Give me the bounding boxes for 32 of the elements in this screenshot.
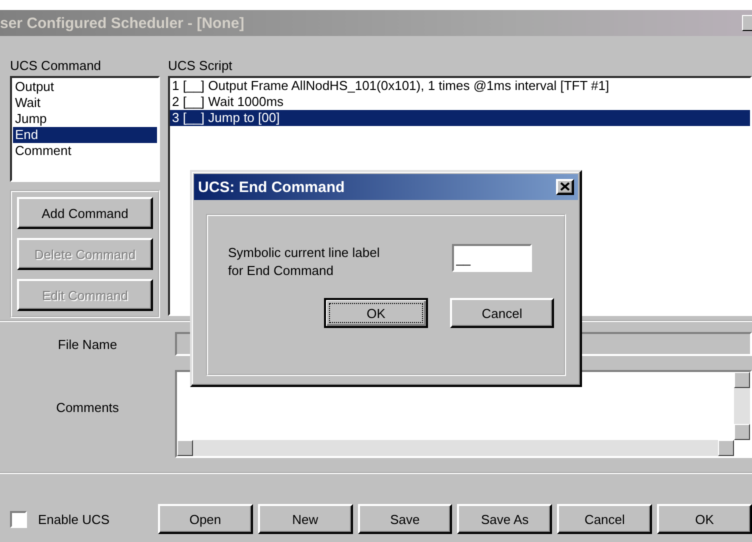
command-list-item[interactable]: Comment <box>13 143 157 159</box>
footer-button[interactable]: Save <box>358 504 452 534</box>
script-list-label: UCS Script <box>168 58 234 75</box>
label-input-field[interactable]: __ <box>452 244 532 272</box>
footer-button[interactable]: OK <box>657 504 752 534</box>
window-title: ser Configured Scheduler - [None] <box>0 14 244 32</box>
command-list-item[interactable]: Jump <box>13 111 157 127</box>
script-line[interactable]: 1 [__] Output Frame AllNodHS_101(0x101), 1 times @1ms interval [TFT #1] <box>170 78 750 94</box>
file-name-label: File Name <box>56 336 118 352</box>
scroll-up-button[interactable] <box>734 372 750 388</box>
close-icon <box>560 182 570 191</box>
close-button[interactable] <box>556 179 574 195</box>
enable-label: Enable UCS <box>38 512 111 526</box>
command-list-item[interactable]: Output <box>13 79 157 95</box>
command-list-label: UCS Command <box>10 58 102 75</box>
dialog-button[interactable]: OK <box>324 298 428 328</box>
prompt-text: Symbolic current line label for End Command <box>228 244 380 280</box>
footer-button[interactable]: Save As <box>457 504 552 534</box>
scroll-down-button[interactable] <box>734 424 750 440</box>
footer-button[interactable]: Open <box>158 504 253 534</box>
enable-checkbox[interactable] <box>10 510 27 528</box>
comments-label: Comments <box>55 400 120 414</box>
command-list-item[interactable]: Wait <box>13 95 157 111</box>
scroll-left-button[interactable] <box>177 440 193 456</box>
dialog-title: UCS: End Command <box>198 178 345 196</box>
command-button[interactable]: Add Command <box>17 197 153 229</box>
dialog-button[interactable]: Cancel <box>450 298 554 328</box>
script-line[interactable]: 2 [__] Wait 1000ms <box>170 94 750 110</box>
footer-button[interactable]: New <box>258 504 353 534</box>
scroll-right-button[interactable] <box>718 440 734 456</box>
command-list-item[interactable]: End <box>13 127 157 143</box>
footer-button[interactable]: Cancel <box>557 504 652 534</box>
